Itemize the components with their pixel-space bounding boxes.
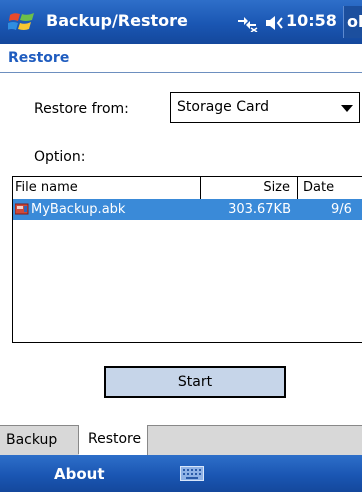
list-header: File name Size Date — [13, 177, 362, 200]
column-header-size[interactable]: Size — [201, 177, 298, 199]
soft-key-bar: About — [0, 455, 362, 492]
app-title: Backup/Restore — [46, 11, 188, 30]
tab-backup[interactable]: Backup — [0, 425, 79, 454]
option-label: Option: — [34, 149, 86, 165]
restore-from-label: Restore from: — [34, 101, 129, 117]
chevron-down-icon[interactable] — [341, 105, 353, 112]
file-name: MyBackup.abk — [31, 202, 126, 217]
start-button[interactable]: Start — [104, 366, 286, 398]
page-title: Restore — [8, 50, 70, 66]
connectivity-icon[interactable] — [236, 14, 258, 33]
file-size: 303.67KB — [228, 202, 291, 217]
tab-restore[interactable]: Restore — [79, 425, 148, 455]
file-date: 9/6 — [331, 202, 352, 217]
restore-from-dropdown[interactable]: Storage Card — [170, 92, 360, 123]
restore-from-value: Storage Card — [177, 99, 269, 115]
header-divider — [0, 72, 362, 73]
title-bar: Backup/Restore 10:58 ok — [0, 0, 362, 44]
clock[interactable]: 10:58 — [286, 11, 337, 30]
volume-icon[interactable] — [264, 14, 286, 32]
backup-file-icon — [15, 203, 29, 215]
column-header-date[interactable]: Date — [298, 177, 362, 199]
about-softkey[interactable]: About — [54, 465, 105, 483]
tab-strip: Backup Restore — [0, 425, 362, 455]
list-item[interactable]: MyBackup.abk 303.67KB 9/6 — [13, 199, 362, 220]
ok-button[interactable]: ok — [343, 6, 362, 38]
start-logo-icon[interactable] — [8, 9, 36, 35]
keyboard-icon[interactable] — [180, 466, 204, 481]
column-header-file-name[interactable]: File name — [13, 177, 201, 199]
backup-file-list[interactable]: File name Size Date MyBackup.abk 303.67K… — [12, 176, 362, 343]
tab-strip-divider — [148, 425, 362, 426]
